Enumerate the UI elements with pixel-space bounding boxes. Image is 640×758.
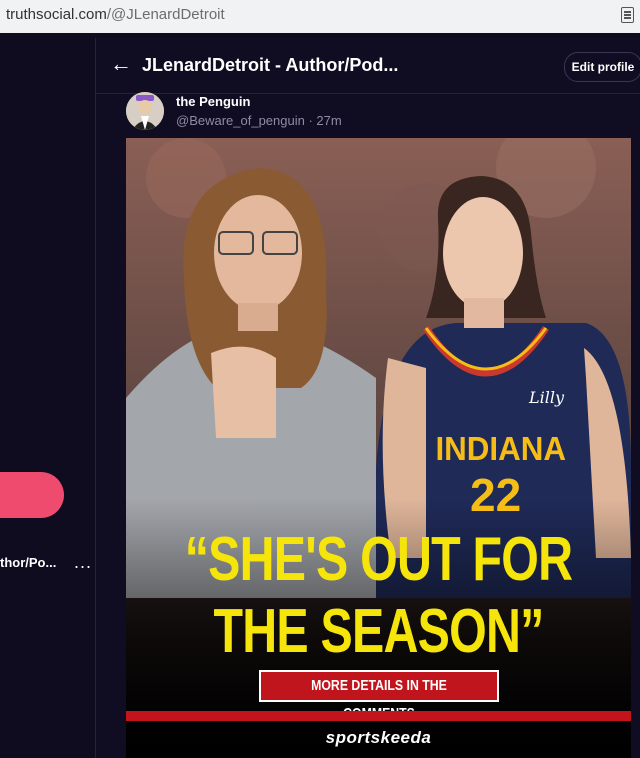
url-path: /@JLenardDetroit: [106, 6, 225, 23]
post-display-name[interactable]: the Penguin: [176, 94, 250, 109]
url-text[interactable]: truthsocial.com/@JLenardDetroit: [6, 6, 225, 23]
sidebar-more-icon[interactable]: ...: [74, 552, 92, 573]
left-sidebar: thor/Po... ...: [0, 38, 96, 758]
profile-header: ← JLenardDetroit - Author/Pod... Edit pr…: [96, 38, 640, 94]
url-domain: truthsocial.com: [6, 6, 107, 23]
avatar-image: [126, 92, 164, 130]
jersey-number: 22: [470, 469, 522, 521]
page-title: JLenardDetroit - Author/Pod...: [142, 55, 399, 75]
browser-address-bar[interactable]: truthsocial.com/@JLenardDetroit: [0, 0, 640, 34]
headline-line-2: THE SEASON”: [213, 597, 545, 666]
reader-view-icon[interactable]: [621, 7, 634, 23]
jersey-sponsor: Lilly: [529, 388, 565, 407]
post-handle[interactable]: @Beware_of_penguin · 27m: [176, 113, 342, 128]
post-image[interactable]: Lilly INDIANA 22 “SHE'S OUT FOR THE SEAS…: [126, 138, 631, 758]
red-divider: [126, 711, 631, 721]
avatar[interactable]: [126, 92, 164, 130]
post-time: · 27m: [308, 113, 342, 128]
jersey-text: INDIANA: [435, 430, 567, 467]
post-handle-text: @Beware_of_penguin: [176, 113, 305, 128]
edit-profile-button[interactable]: Edit profile: [564, 52, 640, 82]
details-banner: MORE DETAILS IN THE COMMENTS: [259, 670, 499, 722]
sidebar-profile-name[interactable]: thor/Po...: [0, 555, 56, 570]
compose-button[interactable]: [0, 472, 64, 518]
brand-logo: sportskeeda: [325, 728, 432, 747]
image-headline: “SHE'S OUT FOR THE SEASON”: [182, 524, 576, 668]
headline-line-1: “SHE'S OUT FOR: [184, 525, 573, 594]
arrow-left-icon[interactable]: ←: [110, 53, 132, 75]
